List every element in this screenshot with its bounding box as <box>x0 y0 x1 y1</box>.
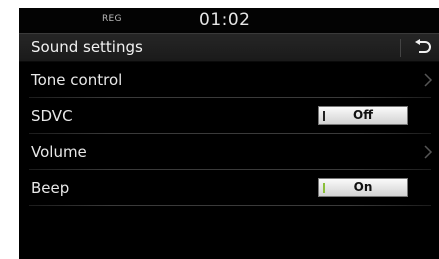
sdvc-label: SDVC <box>31 107 73 125</box>
back-arrow-icon <box>415 39 431 53</box>
sdvc-toggle-value: Off <box>353 108 373 122</box>
volume-label: Volume <box>31 143 87 161</box>
beep-toggle[interactable]: On <box>318 178 408 197</box>
sdvc-toggle[interactable]: Off <box>318 106 408 125</box>
head-unit-screen: REG 01:02 Sound settings Tone control SD… <box>19 8 439 259</box>
tone-control-label: Tone control <box>31 71 123 89</box>
header-divider <box>400 39 401 57</box>
chevron-right-icon <box>424 145 433 159</box>
beep-label: Beep <box>31 179 70 197</box>
page-title: Sound settings <box>31 38 143 56</box>
status-bar: REG 01:02 <box>19 8 439 33</box>
volume-item[interactable]: Volume <box>19 134 439 170</box>
chevron-right-icon <box>424 73 433 87</box>
back-button[interactable] <box>405 35 439 61</box>
tone-control-item[interactable]: Tone control <box>19 62 439 98</box>
beep-toggle-value: On <box>353 180 373 194</box>
title-bar: Sound settings <box>19 33 439 62</box>
row-divider <box>29 205 431 206</box>
sdvc-item: SDVC Off <box>19 98 439 134</box>
beep-item: Beep On <box>19 170 439 206</box>
clock: 01:02 <box>199 10 251 30</box>
reg-label: REG <box>102 14 122 24</box>
